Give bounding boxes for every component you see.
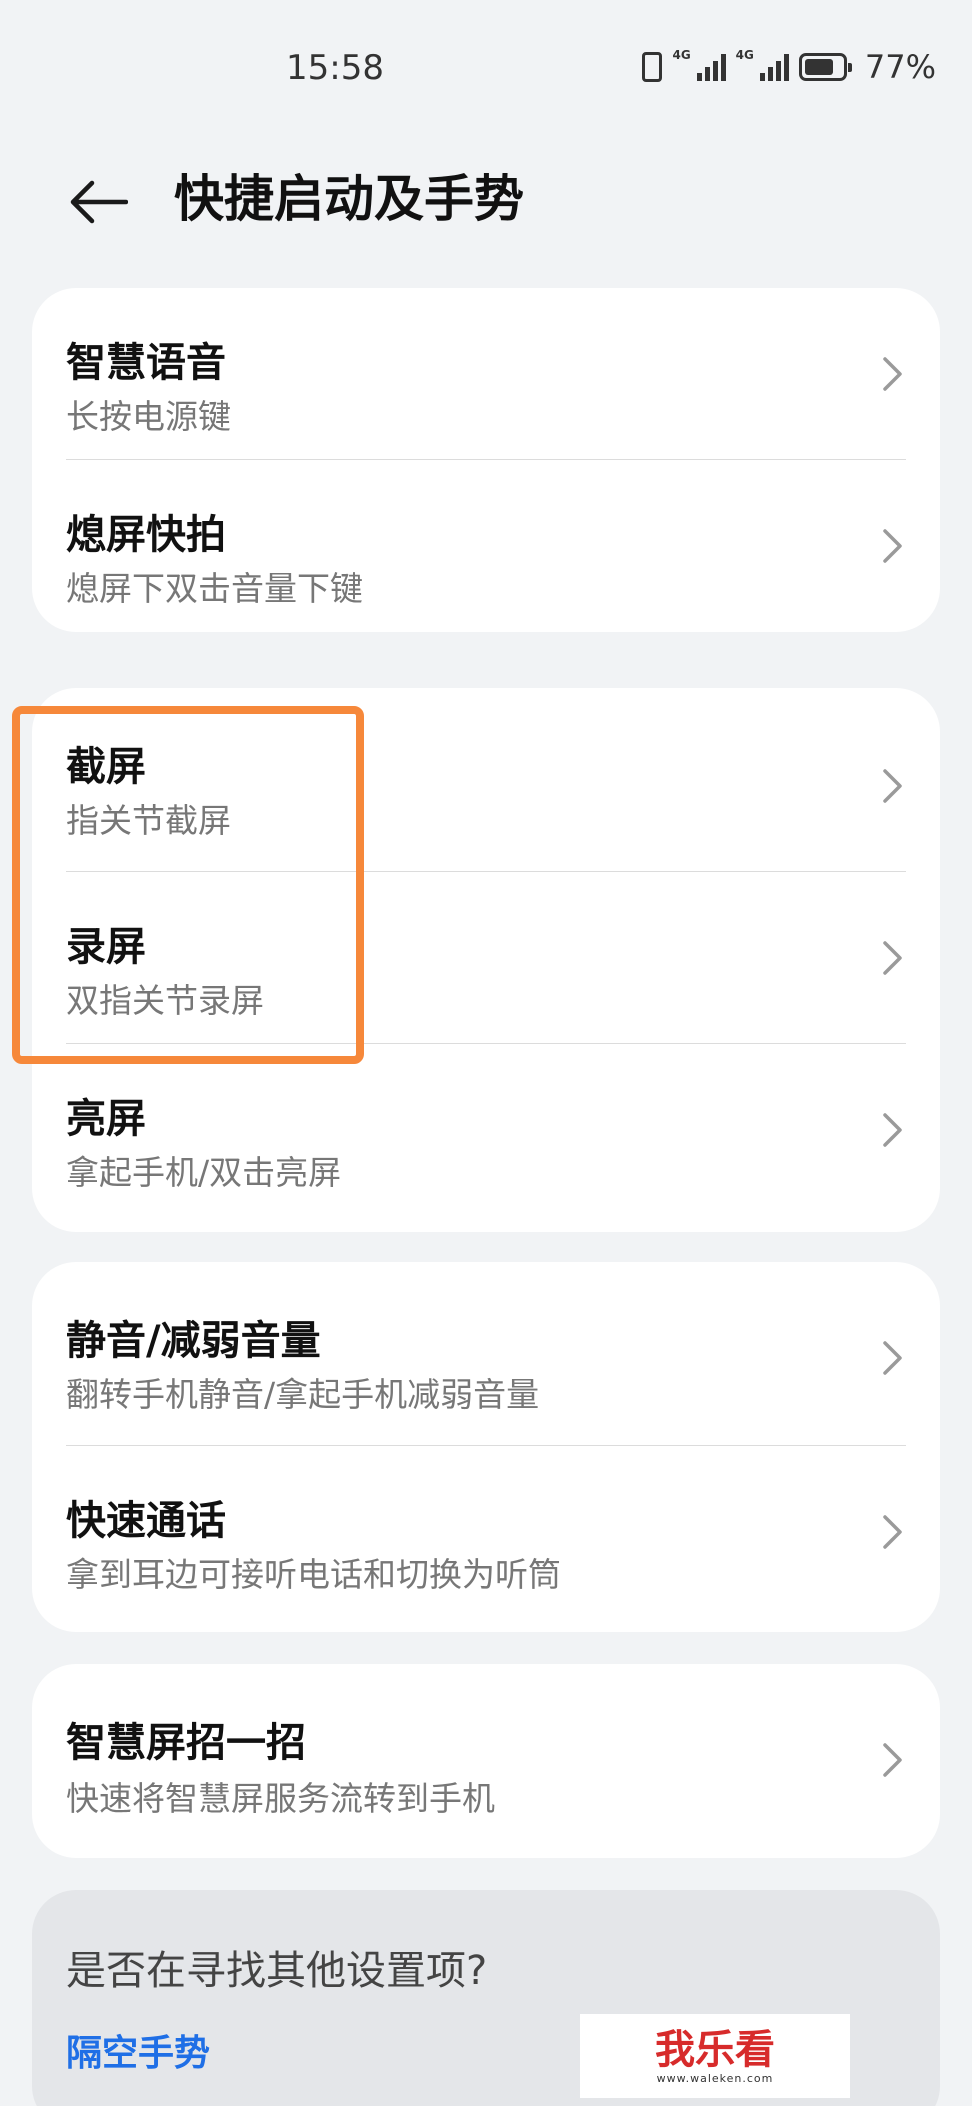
status-bar: 15:58 4G 4G 77% — [0, 0, 972, 140]
watermark-logo: 我乐看 — [655, 2026, 775, 2073]
chevron-right-icon — [883, 357, 902, 391]
settings-row-screen-off-snapshot[interactable]: 熄屏快拍 熄屏下双击音量下键 — [32, 460, 940, 632]
row-subtitle: 快速将智慧屏服务流转到手机 — [66, 1779, 495, 1818]
settings-card-4: 智慧屏招一招 快速将智慧屏服务流转到手机 — [32, 1664, 940, 1858]
air-gesture-link[interactable]: 隔空手势 — [66, 2024, 210, 2076]
row-title: 智慧语音 — [66, 340, 226, 386]
status-icons: 4G 4G 77% — [642, 48, 936, 86]
vibrate-icon — [642, 52, 663, 82]
chevron-right-icon — [883, 1515, 902, 1549]
settings-row-wake-screen[interactable]: 亮屏 拿起手机/双击亮屏 — [32, 1044, 940, 1232]
row-subtitle: 翻转手机静音/拿起手机减弱音量 — [66, 1375, 540, 1414]
chevron-right-icon — [883, 941, 902, 975]
chevron-right-icon — [883, 529, 902, 563]
battery-level-fill — [804, 59, 833, 75]
settings-card-1: 智慧语音 长按电源键 熄屏快拍 熄屏下双击音量下键 — [32, 288, 940, 632]
battery-percent: 77% — [864, 48, 936, 86]
watermark-url: www.waleken.com — [656, 2071, 774, 2085]
row-subtitle: 拿到耳边可接听电话和切换为听筒 — [66, 1555, 561, 1594]
settings-row-smart-voice[interactable]: 智慧语音 长按电源键 — [32, 288, 940, 460]
row-title: 亮屏 — [66, 1096, 146, 1142]
row-title: 快速通话 — [66, 1498, 226, 1544]
settings-row-mute-reduce-volume[interactable]: 静音/减弱音量 翻转手机静音/拿起手机减弱音量 — [32, 1262, 940, 1446]
signal-icon-1 — [696, 53, 726, 81]
status-time: 15:58 — [286, 48, 384, 88]
row-title: 静音/减弱音量 — [66, 1318, 321, 1364]
battery-icon — [798, 53, 852, 81]
watermark: 我乐看 www.waleken.com — [580, 2014, 850, 2098]
signal-icon-2 — [759, 53, 789, 81]
settings-card-3: 静音/减弱音量 翻转手机静音/拿起手机减弱音量 快速通话 拿到耳边可接听电话和切… — [32, 1262, 940, 1632]
page-title: 快捷启动及手势 — [174, 170, 524, 228]
settings-row-quick-call[interactable]: 快速通话 拿到耳边可接听电话和切换为听筒 — [32, 1446, 940, 1632]
row-title: 智慧屏招一招 — [66, 1720, 306, 1766]
network-type-2: 4G — [735, 48, 754, 62]
chevron-right-icon — [883, 1743, 902, 1777]
row-subtitle: 拿起手机/双击亮屏 — [66, 1153, 342, 1192]
row-subtitle: 熄屏下双击音量下键 — [66, 569, 363, 608]
header: 快捷启动及手势 — [0, 140, 972, 250]
highlight-annotation-box — [12, 706, 364, 1064]
row-subtitle: 长按电源键 — [66, 397, 231, 436]
chevron-right-icon — [883, 769, 902, 803]
settings-row-smart-screen-wave[interactable]: 智慧屏招一招 快速将智慧屏服务流转到手机 — [32, 1664, 940, 1858]
related-settings-question: 是否在寻找其他设置项? — [66, 1948, 488, 1994]
chevron-right-icon — [883, 1341, 902, 1375]
network-type-1: 4G — [672, 48, 691, 62]
back-button[interactable] — [60, 164, 136, 240]
row-title: 熄屏快拍 — [66, 512, 226, 558]
arrow-left-icon — [70, 180, 128, 224]
chevron-right-icon — [883, 1113, 902, 1147]
